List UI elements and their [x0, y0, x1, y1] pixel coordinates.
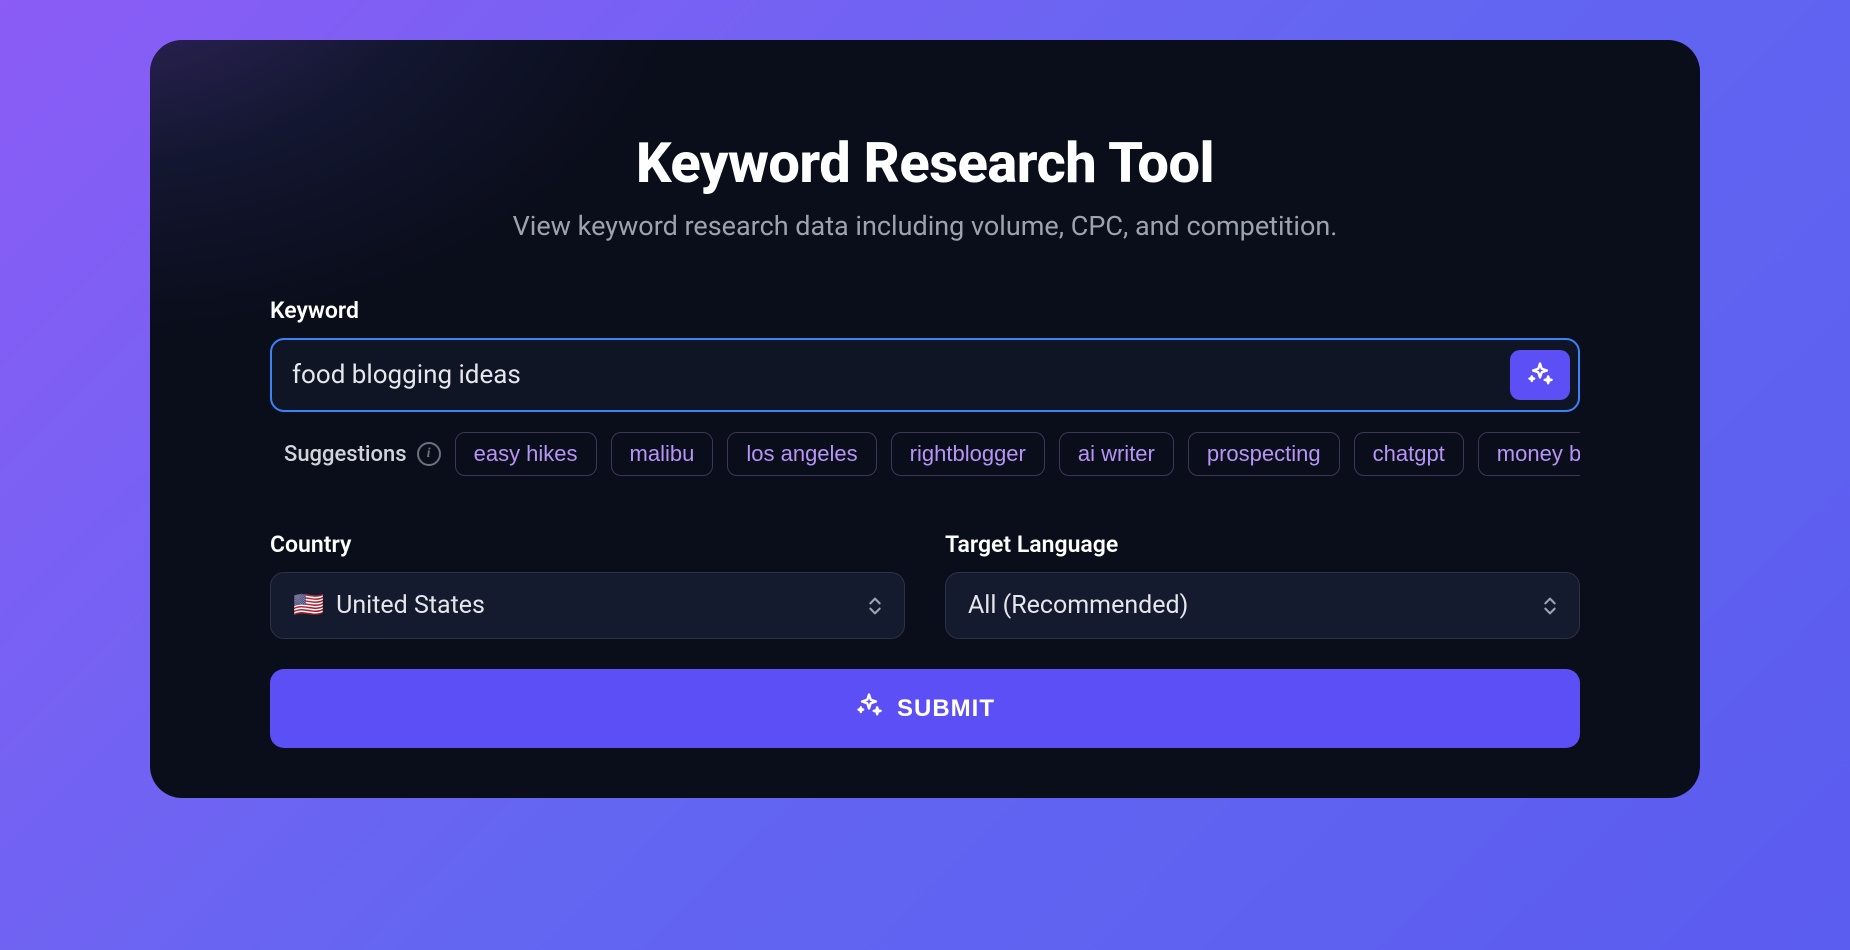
- language-label: Target Language: [945, 531, 1580, 558]
- language-value: All (Recommended): [968, 591, 1188, 620]
- language-select[interactable]: All (Recommended): [945, 572, 1580, 639]
- info-icon[interactable]: i: [417, 442, 441, 466]
- suggestion-chip[interactable]: rightblogger: [891, 432, 1045, 476]
- country-text: United States: [336, 591, 485, 620]
- chevron-updown-icon: [868, 596, 882, 616]
- sparkle-icon: [1526, 360, 1554, 391]
- suggestion-chips: easy hikes malibu los angeles rightblogg…: [455, 432, 1580, 476]
- suggestions-label: Suggestions i: [270, 442, 441, 467]
- country-label: Country: [270, 531, 905, 558]
- country-select[interactable]: 🇺🇸 United States: [270, 572, 905, 639]
- page-title: Keyword Research Tool: [270, 130, 1580, 196]
- tool-card: Keyword Research Tool View keyword resea…: [150, 40, 1700, 798]
- ai-suggest-button[interactable]: [1510, 350, 1570, 400]
- flag-icon: 🇺🇸: [293, 591, 324, 620]
- suggestion-chip[interactable]: malibu: [611, 432, 714, 476]
- form-section: Keyword Suggestions i: [270, 297, 1580, 748]
- suggestions-label-text: Suggestions: [284, 442, 407, 467]
- submit-label: SUBMIT: [897, 695, 995, 723]
- selects-row: Country 🇺🇸 United States Target Langua: [270, 531, 1580, 639]
- page-subtitle: View keyword research data including vol…: [270, 210, 1580, 242]
- submit-button[interactable]: SUBMIT: [270, 669, 1580, 748]
- sparkle-icon: [855, 691, 883, 726]
- suggestion-chip[interactable]: ai writer: [1059, 432, 1174, 476]
- language-text: All (Recommended): [968, 591, 1188, 620]
- keyword-label: Keyword: [270, 297, 1580, 324]
- country-column: Country 🇺🇸 United States: [270, 531, 905, 639]
- keyword-input[interactable]: [292, 346, 1510, 404]
- suggestion-chip[interactable]: easy hikes: [455, 432, 597, 476]
- suggestions-row: Suggestions i easy hikes malibu los ange…: [270, 432, 1580, 476]
- country-value: 🇺🇸 United States: [293, 591, 485, 620]
- suggestion-chip[interactable]: prospecting: [1188, 432, 1340, 476]
- keyword-input-wrap: [270, 338, 1580, 412]
- suggestion-chip[interactable]: los angeles: [727, 432, 876, 476]
- chevron-updown-icon: [1543, 596, 1557, 616]
- language-column: Target Language All (Recommended): [945, 531, 1580, 639]
- suggestion-chip[interactable]: money blogging: [1478, 432, 1580, 476]
- suggestion-chip[interactable]: chatgpt: [1354, 432, 1464, 476]
- content-area: Keyword Research Tool View keyword resea…: [150, 40, 1700, 798]
